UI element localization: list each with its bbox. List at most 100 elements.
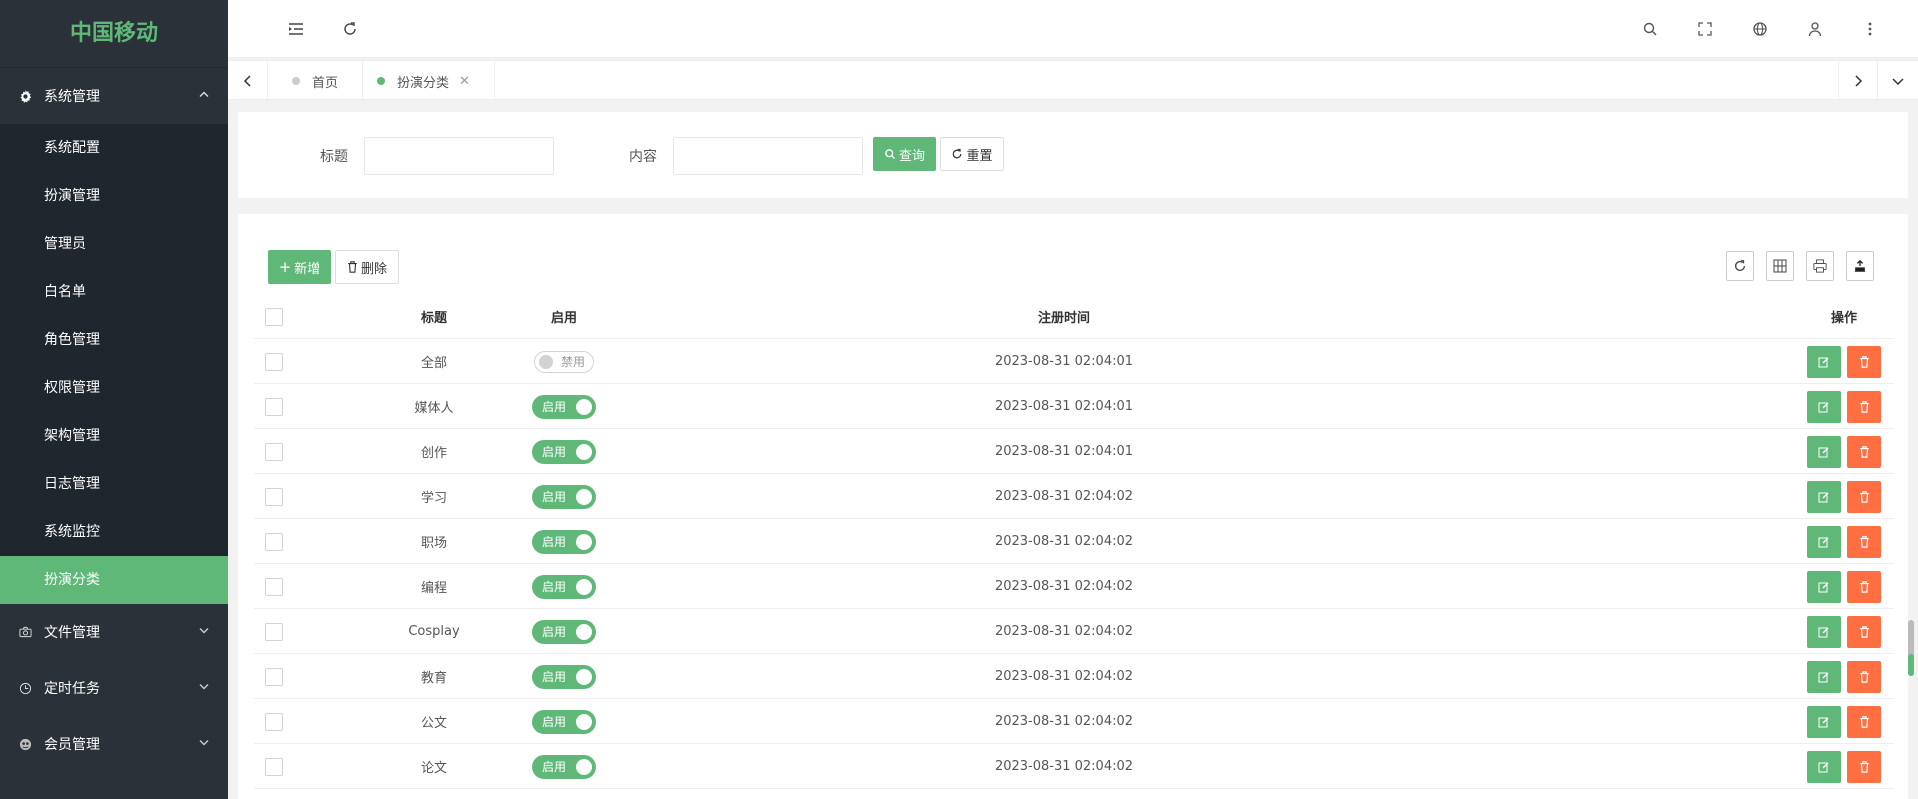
globe-icon[interactable] <box>1740 0 1780 58</box>
delete-row-button[interactable] <box>1847 390 1881 423</box>
menu-group-system: 系统管理 系统配置 扮演管理 管理员 白名单 角色管理 权限管理 架构管理 日志管理 系统监控扮… <box>0 68 228 604</box>
sidebar: 中国移动 系统管理 系统配置 扮演管理 管理员 白名单 角色管理 权限管理 架构管理 日志管理… <box>0 0 228 799</box>
select-all-checkbox[interactable] <box>265 307 283 326</box>
search-panel: 标题 内容 查询 重置 <box>238 112 1908 198</box>
fullscreen-icon[interactable] <box>1685 0 1725 58</box>
row-checkbox[interactable] <box>265 712 283 731</box>
table-panel: + 新增 删除 标题 启用 注册时间 操作 全部 禁用 2023-08-31 02:… <box>238 214 1908 799</box>
enable-switch[interactable]: 启用 <box>532 484 596 509</box>
row-checkbox[interactable] <box>265 487 283 506</box>
refresh-icon[interactable] <box>330 0 370 58</box>
scrollbar-thumb[interactable] <box>1908 654 1914 676</box>
row-checkbox[interactable] <box>265 622 283 641</box>
table-row: 论文 启用 2023-08-31 02:04:02 <box>254 744 1894 789</box>
query-button[interactable]: 查询 <box>873 137 936 171</box>
chevron-up-icon <box>198 89 210 104</box>
menu-head-system[interactable]: 系统管理 <box>0 68 228 124</box>
reset-button[interactable]: 重置 <box>940 137 1004 171</box>
export-icon[interactable] <box>1846 251 1874 281</box>
trash-icon <box>1859 670 1869 683</box>
row-checkbox[interactable] <box>265 757 283 776</box>
edit-button[interactable] <box>1807 615 1841 648</box>
enable-switch[interactable]: 启用 <box>532 619 596 644</box>
row-checkbox[interactable] <box>265 442 283 461</box>
edit-button[interactable] <box>1807 480 1841 513</box>
switch-knob <box>576 758 592 775</box>
tab-play-category[interactable]: 扮演分类 ✕ <box>353 61 495 101</box>
delete-row-button[interactable] <box>1847 345 1881 378</box>
tabs-dropdown-icon[interactable] <box>1878 61 1918 101</box>
enable-switch[interactable]: 启用 <box>532 664 596 689</box>
menu-toggle-icon[interactable] <box>276 0 316 58</box>
edit-button[interactable] <box>1807 435 1841 468</box>
more-vertical-icon[interactable] <box>1850 0 1890 58</box>
row-checkbox[interactable] <box>265 667 283 686</box>
enable-switch[interactable]: 启用 <box>532 709 596 734</box>
switch-knob <box>576 713 592 730</box>
menu-head-group[interactable]: 文件管理 <box>0 604 228 660</box>
print-icon[interactable] <box>1806 251 1834 281</box>
enable-switch[interactable]: 启用 <box>532 394 596 419</box>
edit-button[interactable] <box>1807 390 1841 423</box>
table-row: 创作 启用 2023-08-31 02:04:01 <box>254 429 1894 474</box>
table-row: Cosplay 启用 2023-08-31 02:04:02 <box>254 609 1894 654</box>
edit-button[interactable] <box>1807 345 1841 378</box>
search-icon[interactable] <box>1630 0 1670 58</box>
enable-switch[interactable]: 启用 <box>532 439 596 464</box>
table-refresh-icon[interactable] <box>1726 251 1754 281</box>
delete-row-button[interactable] <box>1847 615 1881 648</box>
sidebar-item[interactable]: 架构管理 <box>0 412 228 460</box>
sidebar-item[interactable]: 角色管理 <box>0 316 228 364</box>
columns-icon[interactable] <box>1766 251 1794 281</box>
enable-switch[interactable]: 启用 <box>532 754 596 779</box>
delete-row-button[interactable] <box>1847 705 1881 738</box>
sidebar-item[interactable]: 权限管理 <box>0 364 228 412</box>
tabs-prev-icon[interactable] <box>228 61 268 101</box>
edit-button[interactable] <box>1807 660 1841 693</box>
menu-head-group[interactable]: 定时任务 <box>0 660 228 716</box>
delete-row-button[interactable] <box>1847 660 1881 693</box>
switch-label: 启用 <box>542 490 567 504</box>
close-icon[interactable]: ✕ <box>459 74 470 89</box>
delete-row-button[interactable] <box>1847 525 1881 558</box>
edit-button[interactable] <box>1807 750 1841 783</box>
edit-button[interactable] <box>1807 525 1841 558</box>
page-scrollbar[interactable] <box>1908 620 1914 676</box>
tabs-next-icon[interactable] <box>1838 61 1878 101</box>
delete-row-button[interactable] <box>1847 435 1881 468</box>
sidebar-item[interactable]: 系统监控 <box>0 508 228 556</box>
tab-dot <box>377 77 385 85</box>
member-icon <box>18 737 32 751</box>
enable-switch[interactable]: 启用 <box>532 574 596 599</box>
delete-button[interactable]: 删除 <box>335 250 399 284</box>
row-checkbox[interactable] <box>265 397 283 416</box>
enable-switch[interactable]: 禁用 <box>534 350 594 373</box>
sidebar-item[interactable]: 扮演管理 <box>0 172 228 220</box>
menu-head-group[interactable]: 会员管理 <box>0 716 228 772</box>
trash-icon <box>1859 580 1869 593</box>
delete-row-button[interactable] <box>1847 750 1881 783</box>
menu-head-label: 文件管理 <box>44 625 100 641</box>
row-checkbox[interactable] <box>265 532 283 551</box>
content-search-input[interactable] <box>673 137 863 175</box>
row-checkbox[interactable] <box>265 577 283 596</box>
table-row: 公文 启用 2023-08-31 02:04:02 <box>254 699 1894 744</box>
user-icon[interactable] <box>1795 0 1835 58</box>
sidebar-item[interactable]: 系统配置 <box>0 124 228 172</box>
delete-row-button[interactable] <box>1847 570 1881 603</box>
sidebar-item[interactable]: 日志管理 <box>0 460 228 508</box>
row-checkbox[interactable] <box>265 352 283 371</box>
title-search-input[interactable] <box>364 137 554 175</box>
add-button[interactable]: + 新增 <box>268 250 331 284</box>
delete-row-button[interactable] <box>1847 480 1881 513</box>
column-header-actions: 操作 <box>1830 311 1857 326</box>
sidebar-item[interactable]: 扮演分类 <box>0 556 228 604</box>
enable-switch[interactable]: 启用 <box>532 529 596 554</box>
edit-button[interactable] <box>1807 570 1841 603</box>
submenu-system: 系统配置 扮演管理 管理员 白名单 角色管理 权限管理 架构管理 日志管理 系统监控 扮演分类 <box>0 124 228 604</box>
sidebar-item[interactable]: 白名单 <box>0 268 228 316</box>
sidebar-item[interactable]: 管理员 <box>0 220 228 268</box>
switch-knob <box>576 533 592 550</box>
edit-button[interactable] <box>1807 705 1841 738</box>
tab-home[interactable]: 首页 <box>268 61 364 101</box>
